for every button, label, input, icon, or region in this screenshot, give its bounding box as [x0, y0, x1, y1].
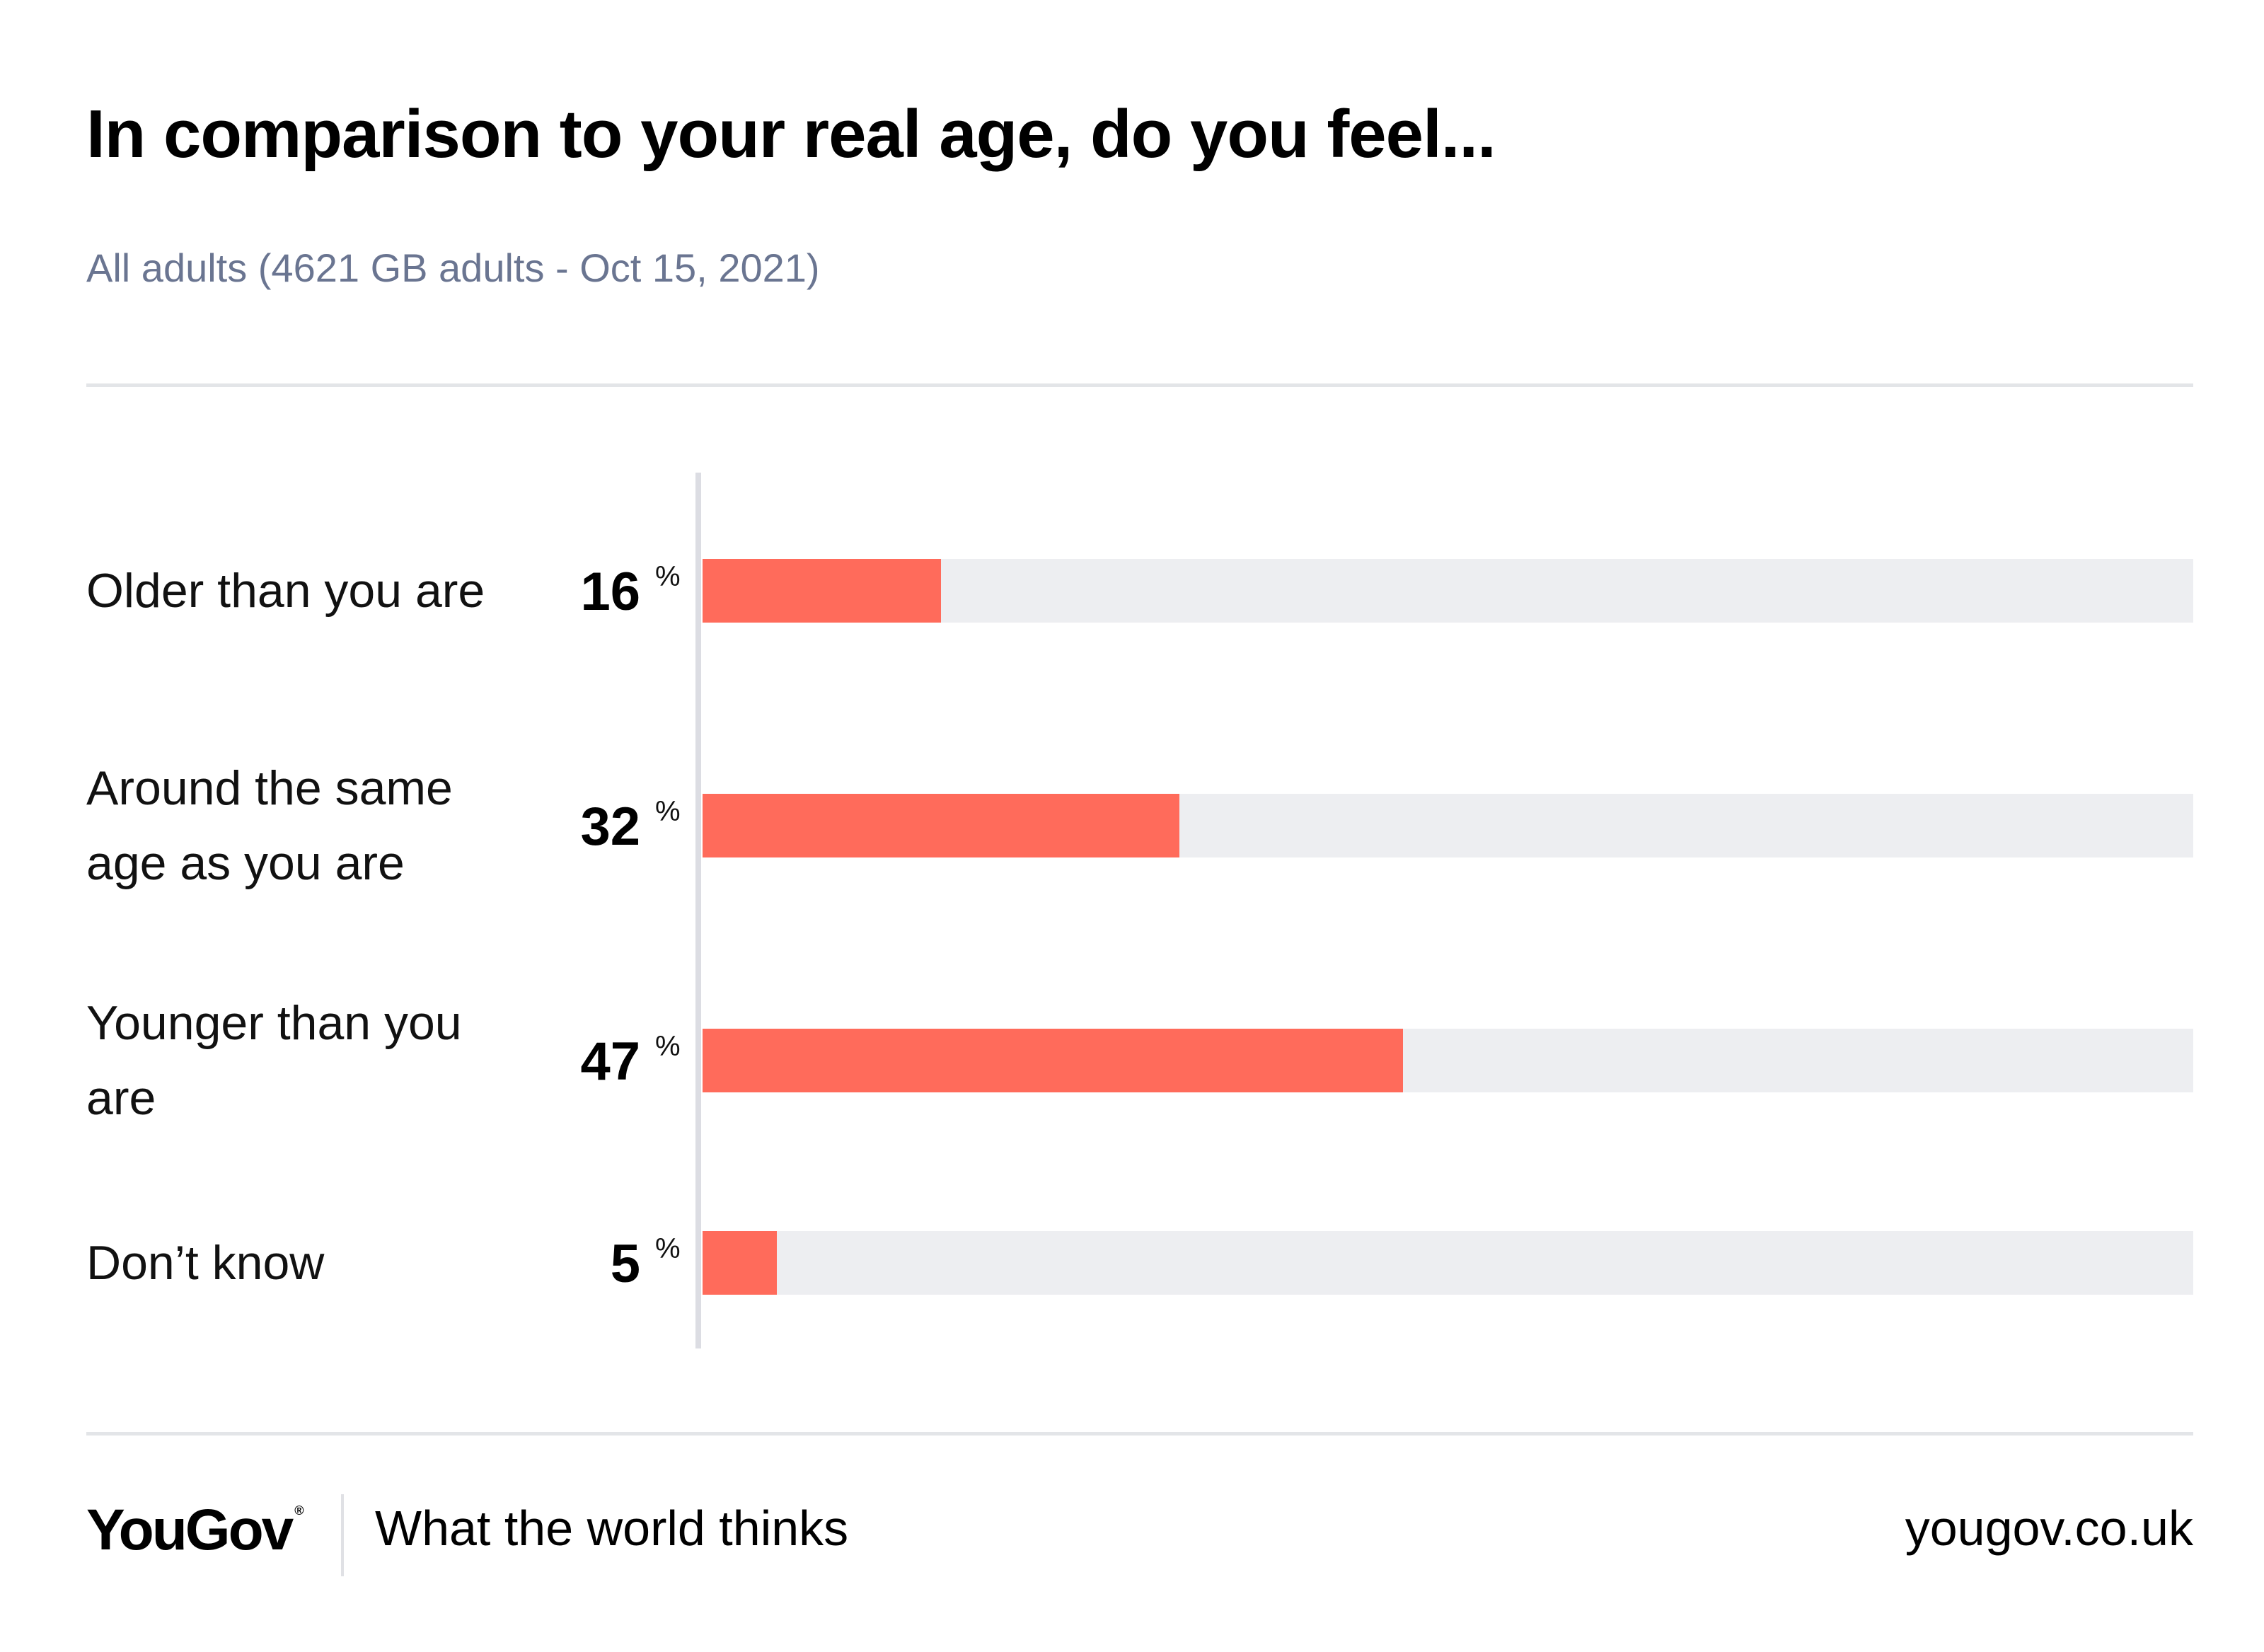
bar	[703, 794, 1180, 857]
value-label: 47	[580, 1032, 640, 1092]
percent-sign: %	[655, 1031, 681, 1062]
brand-name: YouGov	[86, 1498, 294, 1562]
footer-tagline: What the world thinks	[375, 1501, 849, 1556]
bar-track	[703, 794, 2193, 857]
value-label: 5	[610, 1234, 640, 1294]
bar-track	[703, 1029, 2193, 1092]
footer-divider	[341, 1494, 344, 1576]
percent-sign: %	[655, 796, 681, 827]
percent-sign: %	[655, 561, 681, 592]
category-label: Younger than you are	[86, 996, 462, 1125]
axis-line	[695, 473, 701, 1348]
bar	[703, 1231, 778, 1295]
footer-url[interactable]: yougov.co.uk	[1905, 1503, 2193, 1553]
category-label: Don’t know	[86, 1236, 325, 1290]
bar-track	[703, 1231, 2193, 1295]
registered-mark: ®	[294, 1503, 304, 1518]
bottom-divider	[86, 1432, 2193, 1436]
bar-track	[703, 559, 2193, 623]
value-label: 32	[580, 797, 640, 857]
yougov-logo: YouGov ®	[86, 1501, 304, 1559]
category-label: Older than you are	[86, 564, 485, 618]
bar	[703, 1029, 1404, 1092]
bar	[703, 559, 942, 623]
value-label: 16	[580, 562, 640, 622]
percent-sign: %	[655, 1233, 681, 1264]
bar-chart: Older than you are 16% Around the same age…	[0, 0, 2264, 1652]
category-label: Around the same age as you are	[86, 761, 453, 890]
